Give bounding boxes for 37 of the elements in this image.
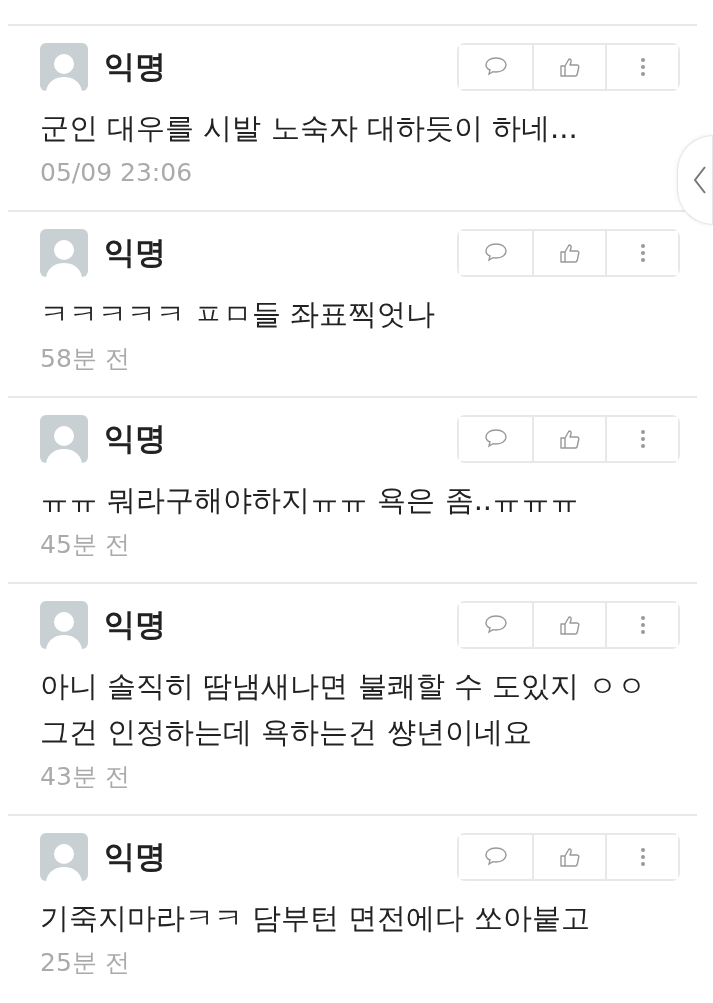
- more-button[interactable]: [605, 417, 678, 461]
- more-options-icon: [640, 244, 645, 262]
- more-options-icon: [640, 430, 645, 448]
- thumbs-up-icon: [557, 55, 582, 79]
- author-name: 익명: [104, 47, 167, 86]
- more-button[interactable]: [605, 231, 678, 275]
- author-name: 익명: [104, 419, 167, 458]
- more-button[interactable]: [605, 45, 678, 89]
- more-button[interactable]: [605, 835, 678, 879]
- comment-time: 45분 전: [40, 529, 131, 561]
- author-name: 익명: [104, 605, 167, 644]
- thumbs-up-icon: [557, 241, 582, 265]
- thumbs-up-icon: [557, 613, 582, 637]
- avatar-icon: [40, 601, 88, 649]
- avatar-icon: [40, 415, 88, 463]
- more-button[interactable]: [605, 603, 678, 647]
- comment-time: 58분 전: [40, 343, 131, 375]
- comment-time: 25분 전: [40, 947, 131, 979]
- author-name: 익명: [104, 837, 167, 876]
- comment-text: 군인 대우를 시발 노숙자 대하듯이 하네...: [40, 110, 579, 147]
- author-name: 익명: [104, 233, 167, 272]
- comment-text: ㅋㅋㅋㅋㅋ ㅍㅁ들 좌표찍엇나: [40, 296, 437, 333]
- comment-text: ㅠㅠ 뭐라구해야하지ㅠㅠ 욕은 좀..ㅠㅠㅠ: [40, 482, 581, 519]
- avatar-icon: [40, 833, 88, 881]
- more-options-icon: [640, 58, 645, 76]
- more-options-icon: [640, 616, 645, 634]
- thumbs-up-icon: [557, 427, 582, 451]
- comment-text: 기죽지마라ㅋㅋ 담부턴 면전에다 쏘아붙고: [40, 900, 591, 937]
- comment-time: 05/09 23:06: [40, 157, 194, 189]
- avatar-icon: [40, 229, 88, 277]
- comment-text: 아니 솔직히 땀냄새나면 불쾌할 수 도있지 ㅇㅇ 그건 인정하는데 욕하는건 썅년이네요: [40, 668, 648, 751]
- avatar-icon: [40, 43, 88, 91]
- more-options-icon: [640, 848, 645, 866]
- chevron-left-icon: [692, 165, 708, 195]
- thumbs-up-icon: [557, 845, 582, 869]
- comment-time: 43분 전: [40, 761, 131, 793]
- side-panel-tab[interactable]: [677, 135, 713, 225]
